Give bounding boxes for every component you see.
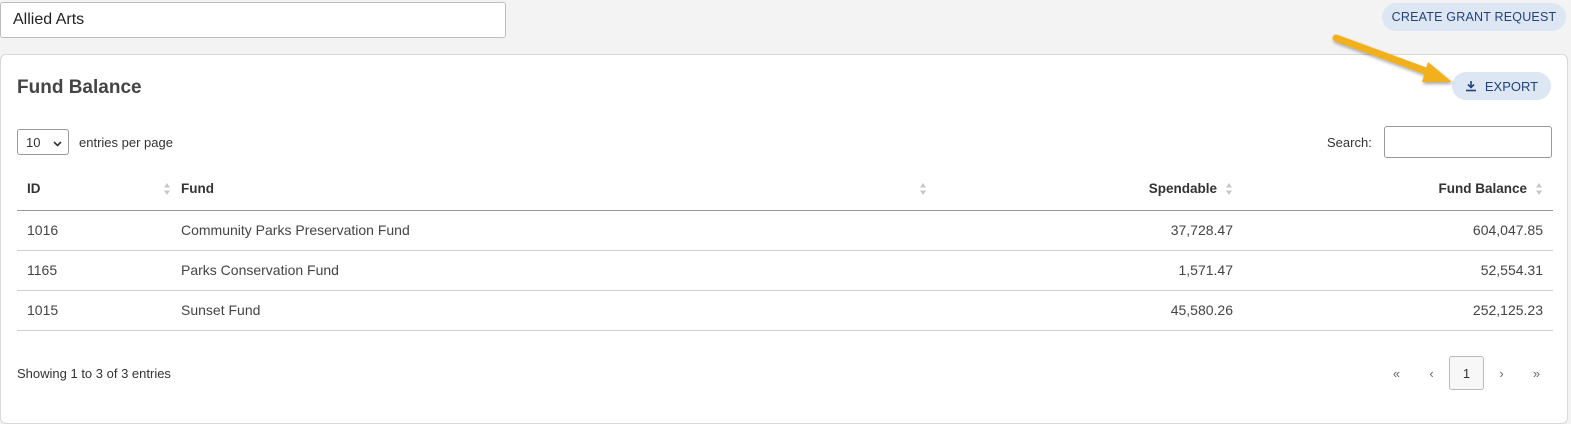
column-header-spendable[interactable]: Spendable bbox=[927, 168, 1243, 211]
cell-fund-balance: 52,554.31 bbox=[1243, 250, 1553, 291]
cell-fund-balance: 604,047.85 bbox=[1243, 210, 1553, 251]
download-icon bbox=[1465, 80, 1477, 92]
column-header-spendable-label: Spendable bbox=[1148, 181, 1217, 197]
entries-per-page: 10 entries per page bbox=[17, 129, 173, 155]
search-label: Search: bbox=[1327, 134, 1372, 150]
cell-fund: Parks Conservation Fund bbox=[171, 250, 927, 291]
pagination-last[interactable]: » bbox=[1519, 356, 1554, 390]
search-input[interactable] bbox=[1383, 126, 1552, 158]
column-header-id-label: ID bbox=[27, 181, 41, 197]
sort-icon bbox=[919, 182, 927, 196]
cell-fund-balance: 252,125.23 bbox=[1243, 290, 1553, 331]
table-header-row: ID Fund Spendable Fund Balance bbox=[17, 168, 1553, 211]
cell-id: 1015 bbox=[17, 290, 171, 331]
sort-icon bbox=[1225, 182, 1233, 196]
cell-spendable: 45,580.26 bbox=[927, 290, 1243, 331]
pagination: « ‹ 1 › » bbox=[1379, 356, 1554, 390]
table-row[interactable]: 1015 Sunset Fund 45,580.26 252,125.23 bbox=[17, 290, 1553, 331]
cell-spendable: 37,728.47 bbox=[927, 210, 1243, 251]
chevron-down-icon bbox=[53, 135, 62, 150]
column-header-id[interactable]: ID bbox=[17, 168, 171, 211]
fund-balance-table: ID Fund Spendable Fund Balance 1016 Comm… bbox=[17, 168, 1553, 331]
organization-select[interactable]: Allied Arts bbox=[0, 2, 506, 38]
search-area: Search: bbox=[1327, 126, 1552, 158]
pagination-first[interactable]: « bbox=[1379, 356, 1414, 390]
card-title: Fund Balance bbox=[17, 77, 142, 98]
organization-select-value: Allied Arts bbox=[13, 11, 85, 28]
pagination-previous[interactable]: ‹ bbox=[1414, 356, 1449, 390]
entries-per-page-label: entries per page bbox=[79, 134, 173, 150]
column-header-fund-label: Fund bbox=[181, 181, 214, 197]
entries-per-page-select[interactable]: 10 bbox=[17, 129, 69, 155]
fund-balance-card: Fund Balance EXPORT 10 entries per page … bbox=[0, 54, 1568, 424]
table-row[interactable]: 1165 Parks Conservation Fund 1,571.47 52… bbox=[17, 250, 1553, 291]
create-grant-request-button[interactable]: CREATE GRANT REQUEST bbox=[1382, 3, 1566, 31]
export-button[interactable]: EXPORT bbox=[1452, 72, 1551, 100]
table-info: Showing 1 to 3 of 3 entries bbox=[17, 366, 171, 381]
create-grant-request-label: CREATE GRANT REQUEST bbox=[1391, 10, 1557, 24]
entries-per-page-value: 10 bbox=[26, 134, 41, 150]
cell-id: 1016 bbox=[17, 210, 171, 251]
pagination-page-1[interactable]: 1 bbox=[1449, 356, 1484, 390]
cell-id: 1165 bbox=[17, 250, 171, 291]
cell-fund: Community Parks Preservation Fund bbox=[171, 210, 927, 251]
sort-icon bbox=[1535, 182, 1543, 196]
pagination-next[interactable]: › bbox=[1484, 356, 1519, 390]
column-header-fund-balance[interactable]: Fund Balance bbox=[1243, 168, 1553, 211]
cell-fund: Sunset Fund bbox=[171, 290, 927, 331]
export-label: EXPORT bbox=[1484, 78, 1539, 94]
column-header-fund-balance-label: Fund Balance bbox=[1438, 181, 1527, 197]
sort-icon bbox=[163, 182, 171, 196]
cell-spendable: 1,571.47 bbox=[927, 250, 1243, 291]
table-row[interactable]: 1016 Community Parks Preservation Fund 3… bbox=[17, 210, 1553, 251]
column-header-fund[interactable]: Fund bbox=[171, 168, 927, 211]
